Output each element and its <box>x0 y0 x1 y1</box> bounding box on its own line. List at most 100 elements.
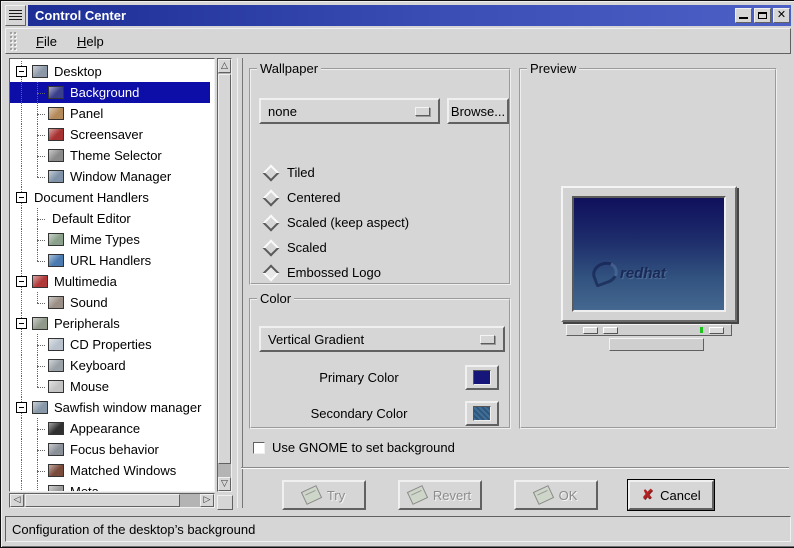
revert-button[interactable]: Revert <box>398 480 482 510</box>
tree-guide <box>37 134 45 136</box>
tree-item-default-editor[interactable]: Default Editor <box>10 208 214 229</box>
scroll-left-button[interactable]: ◁ <box>10 494 24 507</box>
tree-item-appearance[interactable]: Appearance <box>10 418 214 439</box>
tree-item-cd-properties[interactable]: CD Properties <box>10 334 214 355</box>
wallpaper-select-value: none <box>268 103 297 119</box>
radio-diamond-icon <box>262 264 280 281</box>
secondary-color-swatch <box>473 405 491 421</box>
pane-divider-handle[interactable] <box>237 58 243 508</box>
menu-file[interactable]: File <box>26 31 67 52</box>
cancel-button[interactable]: ✘ Cancel <box>628 480 714 510</box>
scrollbar-corner <box>217 495 233 510</box>
minimize-button[interactable] <box>735 8 752 23</box>
tree-guide <box>37 113 45 115</box>
monitor-button-icon <box>709 327 724 334</box>
use-gnome-checkbox[interactable] <box>253 442 265 454</box>
tree-item-label: Multimedia <box>54 274 117 289</box>
tree-item-window-manager[interactable]: Window Manager <box>10 166 214 187</box>
vertical-scroll-thumb[interactable] <box>218 74 231 464</box>
tree-item-label: Theme Selector <box>70 148 162 163</box>
button-label: Try <box>326 487 346 503</box>
radio-option-scaled[interactable]: Scaled <box>261 235 503 260</box>
wallpaper-select[interactable]: none <box>259 98 440 124</box>
primary-color-swatch <box>473 369 491 385</box>
radio-diamond-icon <box>262 164 280 181</box>
tree-item-url-handlers[interactable]: URL Handlers <box>10 250 214 271</box>
radio-option-scaled-keep-aspect[interactable]: Scaled (keep aspect) <box>261 210 503 235</box>
primary-color-button[interactable] <box>465 364 499 390</box>
scroll-up-button[interactable]: △ <box>218 59 231 73</box>
titlebar[interactable]: Control Center ✕ <box>28 5 791 26</box>
expander-minus-icon[interactable] <box>16 276 27 287</box>
tree-guide <box>21 439 22 460</box>
menu-help[interactable]: Help <box>67 31 114 52</box>
tree-item-sound[interactable]: Sound <box>10 292 214 313</box>
try-button[interactable]: Try <box>282 480 366 510</box>
tree-guide <box>37 492 45 493</box>
tree-item-screensaver[interactable]: Screensaver <box>10 124 214 145</box>
tree-item-panel[interactable]: Panel <box>10 103 214 124</box>
radio-option-embossed-logo[interactable]: Embossed Logo <box>261 260 503 285</box>
expander-minus-icon[interactable] <box>16 318 27 329</box>
tree-guide <box>21 145 22 166</box>
close-button[interactable]: ✕ <box>773 8 790 23</box>
close-icon: ✕ <box>776 9 787 21</box>
radio-diamond-icon <box>262 189 280 206</box>
horizontal-scroll-thumb[interactable] <box>25 494 180 507</box>
tree-item-keyboard[interactable]: Keyboard <box>10 355 214 376</box>
tree-horizontal-scrollbar[interactable]: ◁ ▷ <box>9 493 215 508</box>
tree-item-focus-behavior[interactable]: Focus behavior <box>10 439 214 460</box>
tree-item-peripherals[interactable]: Peripherals <box>10 313 214 334</box>
tree-item-multimedia[interactable]: Multimedia <box>10 271 214 292</box>
tree-vertical-scrollbar[interactable]: △ ▽ <box>217 58 232 492</box>
tree-item-background[interactable]: Background <box>10 82 214 103</box>
tree-item-meta[interactable]: Meta <box>10 481 214 493</box>
peripherals-icon <box>32 317 48 330</box>
scroll-down-button[interactable]: ▽ <box>218 477 231 491</box>
window-menu-button[interactable] <box>5 5 26 26</box>
scroll-right-button[interactable]: ▷ <box>200 494 214 507</box>
wallpaper-frame-legend: Wallpaper <box>260 61 319 76</box>
tree-item-document-handlers[interactable]: Document Handlers <box>10 187 214 208</box>
tree-guide <box>21 292 22 313</box>
window-title: Control Center <box>35 8 126 23</box>
preview-screen: redhat <box>572 196 726 312</box>
tree-guide <box>21 208 22 229</box>
theme-selector-icon <box>48 149 64 162</box>
tree-item-label: Desktop <box>54 64 102 79</box>
option-menu-indicator-icon <box>480 334 495 344</box>
tree-guide <box>21 376 22 397</box>
browse-button[interactable]: Browse... <box>447 98 509 124</box>
radio-option-label: Centered <box>287 190 341 205</box>
radio-option-centered[interactable]: Centered <box>261 185 503 210</box>
tree-item-label: CD Properties <box>70 337 152 352</box>
tree-item-desktop[interactable]: Desktop <box>10 61 214 82</box>
ok-button[interactable]: OK <box>514 480 598 510</box>
radio-option-tiled[interactable]: Tiled <box>261 160 503 185</box>
menubar-grip-handle[interactable] <box>9 31 18 51</box>
background-icon <box>48 86 64 99</box>
secondary-color-button[interactable] <box>465 400 499 426</box>
revert-icon <box>406 485 429 505</box>
arrow-up-icon: △ <box>221 60 228 71</box>
tree-guide <box>37 428 45 430</box>
tree-item-matched-windows[interactable]: Matched Windows <box>10 460 214 481</box>
tree-guide <box>21 481 22 491</box>
expander-minus-icon[interactable] <box>16 402 27 413</box>
color-mode-select[interactable]: Vertical Gradient <box>259 326 505 352</box>
expander-minus-icon[interactable] <box>16 192 27 203</box>
expander-minus-icon[interactable] <box>16 66 27 77</box>
tree-item-sawfish-window-manager[interactable]: Sawfish window manager <box>10 397 214 418</box>
tree-item-theme-selector[interactable]: Theme Selector <box>10 145 214 166</box>
try-icon <box>300 485 323 505</box>
preview-frame-legend: Preview <box>530 61 577 76</box>
tree-item-mouse[interactable]: Mouse <box>10 376 214 397</box>
preview-frame: Preview redhat <box>519 61 777 429</box>
panel-icon <box>48 107 64 120</box>
tree-guide <box>37 239 45 241</box>
redhat-swirl-icon <box>589 258 621 288</box>
maximize-button[interactable] <box>754 8 771 23</box>
tree-guide <box>37 292 38 303</box>
tree-item-mime-types[interactable]: Mime Types <box>10 229 214 250</box>
monitor-button-icon <box>583 327 598 334</box>
